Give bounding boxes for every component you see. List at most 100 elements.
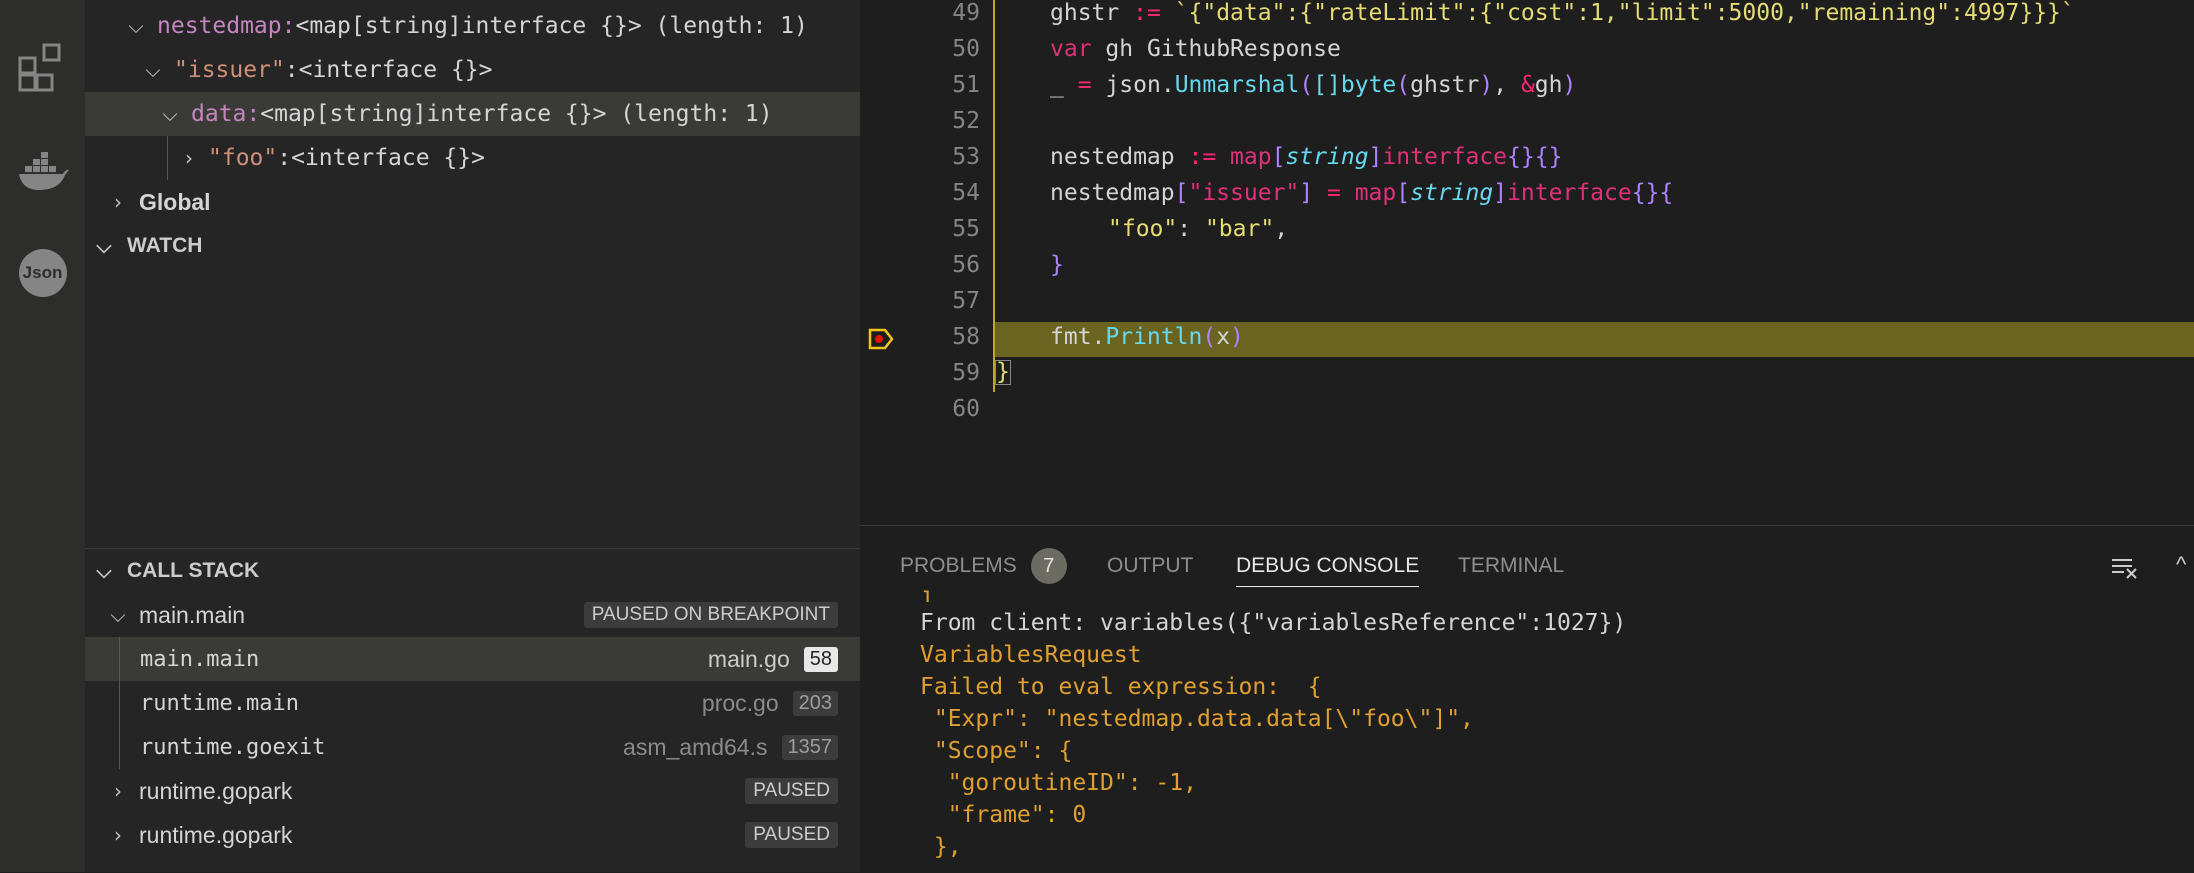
json-icon[interactable]: Json bbox=[0, 238, 85, 308]
stack-frame[interactable]: runtime.goexit asm_amd64.s 1357 bbox=[85, 725, 860, 769]
function-name: Unmarshal bbox=[1174, 72, 1300, 98]
tab-problems[interactable]: PROBLEMS 7 bbox=[900, 546, 1067, 586]
thread-gopark[interactable]: › runtime.gopark PAUSED bbox=[85, 769, 860, 813]
code-line-56: } bbox=[1050, 252, 1064, 278]
identifier: nestedmap bbox=[1050, 180, 1175, 206]
variable-row-foo[interactable]: › "foo" : <interface {}> bbox=[85, 136, 860, 180]
tab-label: TERMINAL bbox=[1458, 554, 1565, 577]
problems-count-badge: 7 bbox=[1030, 548, 1067, 584]
clear-console-icon[interactable] bbox=[2110, 552, 2140, 582]
line-number: 57 bbox=[952, 288, 980, 314]
variable-sep: : bbox=[246, 101, 261, 127]
bracket: [ bbox=[1174, 180, 1189, 206]
keyword: interface bbox=[1507, 180, 1632, 206]
identifier: x bbox=[1216, 324, 1231, 350]
chevron-down-icon[interactable]: ⌵ bbox=[123, 14, 149, 38]
watch-section-header[interactable]: ⌵ WATCH bbox=[85, 224, 860, 268]
chevron-right-icon[interactable]: › bbox=[176, 146, 202, 170]
string-literal: "foo" bbox=[1108, 216, 1178, 242]
maximize-panel-icon[interactable]: ^ bbox=[2176, 552, 2194, 582]
variable-row-data[interactable]: ⌵ data : <map[string]interface {}> (leng… bbox=[85, 92, 860, 136]
operator: & bbox=[1520, 72, 1535, 98]
chevron-down-icon[interactable]: ⌵ bbox=[140, 58, 166, 82]
variable-row-issuer[interactable]: ⌵ "issuer" : <interface {}> bbox=[85, 48, 860, 92]
colon: : bbox=[1177, 216, 1205, 242]
type-name: string bbox=[1410, 180, 1494, 206]
docker-icon[interactable] bbox=[0, 135, 85, 205]
operator: = bbox=[1077, 72, 1092, 98]
type-name: GithubResponse bbox=[1146, 36, 1341, 62]
frame-name: runtime.main bbox=[140, 690, 299, 716]
tab-label: DEBUG CONSOLE bbox=[1236, 554, 1420, 577]
bracket: [ bbox=[1271, 144, 1286, 170]
comma: , bbox=[1493, 72, 1521, 98]
variable-row-nestedmap[interactable]: ⌵ nestedmap : <map[string]interface {}> … bbox=[85, 4, 860, 48]
chevron-down-icon[interactable]: ⌵ bbox=[91, 559, 117, 583]
chevron-right-icon[interactable]: › bbox=[105, 823, 131, 847]
code-line-55: "foo": "bar", bbox=[1108, 216, 1288, 242]
console-line: "Scope": { bbox=[920, 738, 1073, 764]
bracket: [ bbox=[1396, 180, 1411, 206]
tab-terminal[interactable]: TERMINAL bbox=[1458, 546, 1564, 586]
stack-frame[interactable]: runtime.main proc.go 203 bbox=[85, 681, 860, 725]
frame-line: 203 bbox=[792, 690, 838, 716]
paren: ) bbox=[1479, 72, 1494, 98]
bracket: ] bbox=[1299, 180, 1314, 206]
chevron-down-icon[interactable]: ⌵ bbox=[105, 603, 131, 627]
code-line-53: nestedmap := map[string]interface{}{} bbox=[1050, 144, 1562, 170]
thread-label: runtime.gopark bbox=[139, 821, 293, 848]
variable-key: "issuer" bbox=[174, 57, 285, 83]
chevron-right-icon[interactable]: › bbox=[105, 190, 131, 214]
identifier: gh bbox=[1105, 36, 1134, 62]
bracket: [] bbox=[1313, 72, 1341, 98]
variable-value: <map[string]interface {}> (length: 1) bbox=[260, 101, 773, 127]
frame-file: proc.go bbox=[701, 689, 779, 716]
stack-frame[interactable]: main.main main.go 58 bbox=[85, 637, 860, 681]
keyword: interface bbox=[1382, 144, 1508, 170]
bracket: ] bbox=[1493, 180, 1508, 206]
console-line: "goroutineID": -1, bbox=[920, 770, 1197, 796]
debug-sidebar: ⌵ nestedmap : <map[string]interface {}> … bbox=[85, 0, 860, 872]
line-number: 54 bbox=[952, 180, 980, 206]
brace: } bbox=[1050, 252, 1064, 278]
line-number: 52 bbox=[952, 108, 980, 134]
paren: ( bbox=[1299, 72, 1314, 98]
tab-debug-console[interactable]: DEBUG CONSOLE bbox=[1236, 546, 1420, 587]
line-number: 53 bbox=[952, 144, 980, 170]
operator: = bbox=[1326, 180, 1341, 206]
line-number: 56 bbox=[952, 252, 980, 278]
variable-sep: : bbox=[277, 145, 292, 171]
console-line: "frame": 0 bbox=[920, 802, 1087, 828]
frame-name: runtime.goexit bbox=[140, 734, 326, 760]
keyword: var bbox=[1050, 36, 1092, 62]
code-editor[interactable]: 49 50 51 52 53 54 55 56 57 58 59 60 ghst… bbox=[860, 0, 2194, 525]
thread-main[interactable]: ⌵ main.main PAUSED ON BREAKPOINT bbox=[85, 593, 860, 637]
chevron-down-icon[interactable]: ⌵ bbox=[91, 234, 117, 258]
variable-key: "foo" bbox=[208, 145, 278, 171]
thread-gopark[interactable]: › runtime.gopark PAUSED bbox=[85, 813, 860, 857]
extensions-icon[interactable] bbox=[0, 32, 85, 102]
package: fmt. bbox=[1050, 324, 1106, 350]
line-number: 59 bbox=[952, 360, 980, 386]
chevron-right-icon[interactable]: › bbox=[105, 779, 131, 803]
variable-sep: : bbox=[284, 57, 299, 83]
line-number: 55 bbox=[952, 216, 980, 242]
status-badge: PAUSED ON BREAKPOINT bbox=[583, 602, 838, 628]
string-literal: "issuer" bbox=[1188, 180, 1300, 206]
variable-scope-global[interactable]: › Global bbox=[85, 180, 860, 224]
braces: {} bbox=[1631, 180, 1660, 206]
bottom-panel: PROBLEMS 7 OUTPUT DEBUG CONSOLE TERMINAL… bbox=[860, 525, 2194, 873]
thread-label: main.main bbox=[139, 601, 246, 628]
line-number: 60 bbox=[952, 396, 980, 422]
global-label: Global bbox=[139, 188, 211, 215]
console-line: "Expr": "nestedmap.data.data[\"foo\"]", bbox=[920, 706, 1474, 732]
console-line: }, bbox=[920, 834, 962, 860]
tab-label: OUTPUT bbox=[1107, 554, 1194, 577]
chevron-down-icon[interactable]: ⌵ bbox=[157, 102, 183, 126]
call-stack-section-header[interactable]: ⌵ CALL STACK bbox=[85, 548, 860, 593]
type-name: string bbox=[1285, 144, 1369, 170]
frame-line: 58 bbox=[803, 646, 838, 672]
tab-output[interactable]: OUTPUT bbox=[1107, 546, 1193, 586]
variable-value: <interface {}> bbox=[298, 57, 493, 83]
keyword: map bbox=[1354, 180, 1397, 206]
